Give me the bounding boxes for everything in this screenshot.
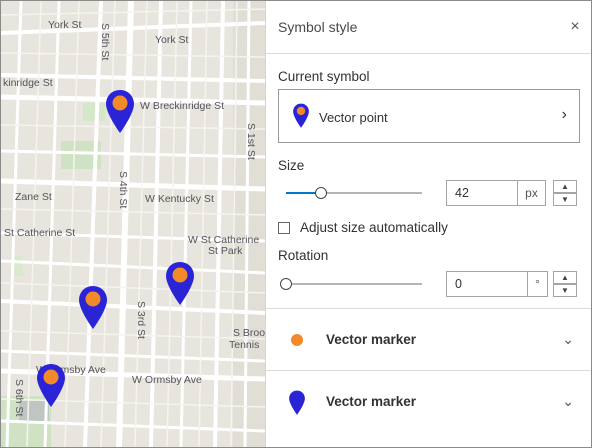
rotation-decrement-button[interactable]: ▼ — [553, 284, 577, 297]
close-icon[interactable]: × — [566, 18, 584, 36]
rotation-label: Rotation — [278, 248, 329, 263]
map-pin-icon[interactable] — [77, 285, 109, 331]
map-pin-icon[interactable] — [104, 89, 136, 135]
current-symbol-label: Current symbol — [278, 69, 370, 84]
symbol-style-panel: Symbol style × Current symbol Vector poi… — [265, 1, 591, 447]
blue-pin-icon — [289, 390, 305, 415]
street-label: S 3rd St — [135, 301, 147, 339]
chevron-right-icon: › — [561, 106, 567, 123]
street-label: York St — [155, 34, 189, 46]
current-symbol-value: Vector point — [319, 110, 388, 125]
street-label: St Catherine St — [4, 227, 76, 239]
street-label: S 5th St — [99, 23, 111, 61]
map-view[interactable]: York St York St S 5th St kinridge St W B… — [1, 1, 265, 447]
chevron-down-icon[interactable]: ⌄ — [562, 331, 574, 348]
size-decrement-button[interactable]: ▼ — [553, 193, 577, 206]
street-label: S 1st St — [245, 123, 257, 160]
vector-marker-row[interactable]: Vector marker ⌄ — [266, 370, 591, 447]
street-label: York St — [48, 19, 82, 31]
street-label: kinridge St — [3, 77, 53, 89]
current-symbol-button[interactable]: Vector point › — [278, 89, 580, 143]
adjust-size-label: Adjust size automatically — [300, 220, 448, 235]
size-label: Size — [278, 158, 305, 173]
street-label: W Ormsby Ave — [132, 374, 202, 386]
rotation-input[interactable]: 0 — [446, 271, 528, 297]
place-label: S Brook — [233, 327, 265, 339]
adjust-size-checkbox[interactable] — [278, 222, 290, 234]
panel-title: Symbol style — [278, 19, 358, 35]
street-label: S 6th St — [13, 379, 25, 417]
vector-marker-label: Vector marker — [326, 332, 417, 347]
size-slider-thumb[interactable] — [315, 187, 328, 199]
street-label: S 4th St — [117, 171, 129, 209]
rotation-slider-track[interactable] — [286, 283, 422, 285]
map-pin-icon[interactable] — [164, 261, 196, 307]
size-stepper[interactable]: ▲ ▼ — [553, 180, 577, 206]
street-label: Zane St — [15, 191, 52, 203]
rotation-unit: ° — [528, 271, 548, 297]
vector-point-icon — [293, 103, 309, 128]
chevron-down-icon[interactable]: ⌄ — [562, 393, 574, 410]
street-label: W Kentucky St — [145, 193, 214, 205]
street-label: W Breckinridge St — [140, 100, 225, 112]
park-label: St Park — [208, 245, 243, 257]
orange-dot-icon — [291, 334, 303, 346]
vector-marker-row[interactable]: Vector marker ⌄ — [266, 308, 591, 371]
rotation-increment-button[interactable]: ▲ — [553, 271, 577, 284]
map-pin-icon[interactable] — [35, 363, 67, 409]
place-label: Tennis — [229, 339, 260, 351]
app-window: York St York St S 5th St kinridge St W B… — [0, 0, 592, 448]
size-increment-button[interactable]: ▲ — [553, 180, 577, 193]
vector-marker-label: Vector marker — [326, 394, 417, 409]
size-input[interactable]: 42 — [446, 180, 518, 206]
rotation-slider-thumb[interactable] — [280, 278, 292, 290]
rotation-stepper[interactable]: ▲ ▼ — [553, 271, 577, 297]
panel-header: Symbol style × — [266, 1, 591, 54]
size-unit: px — [518, 180, 546, 206]
